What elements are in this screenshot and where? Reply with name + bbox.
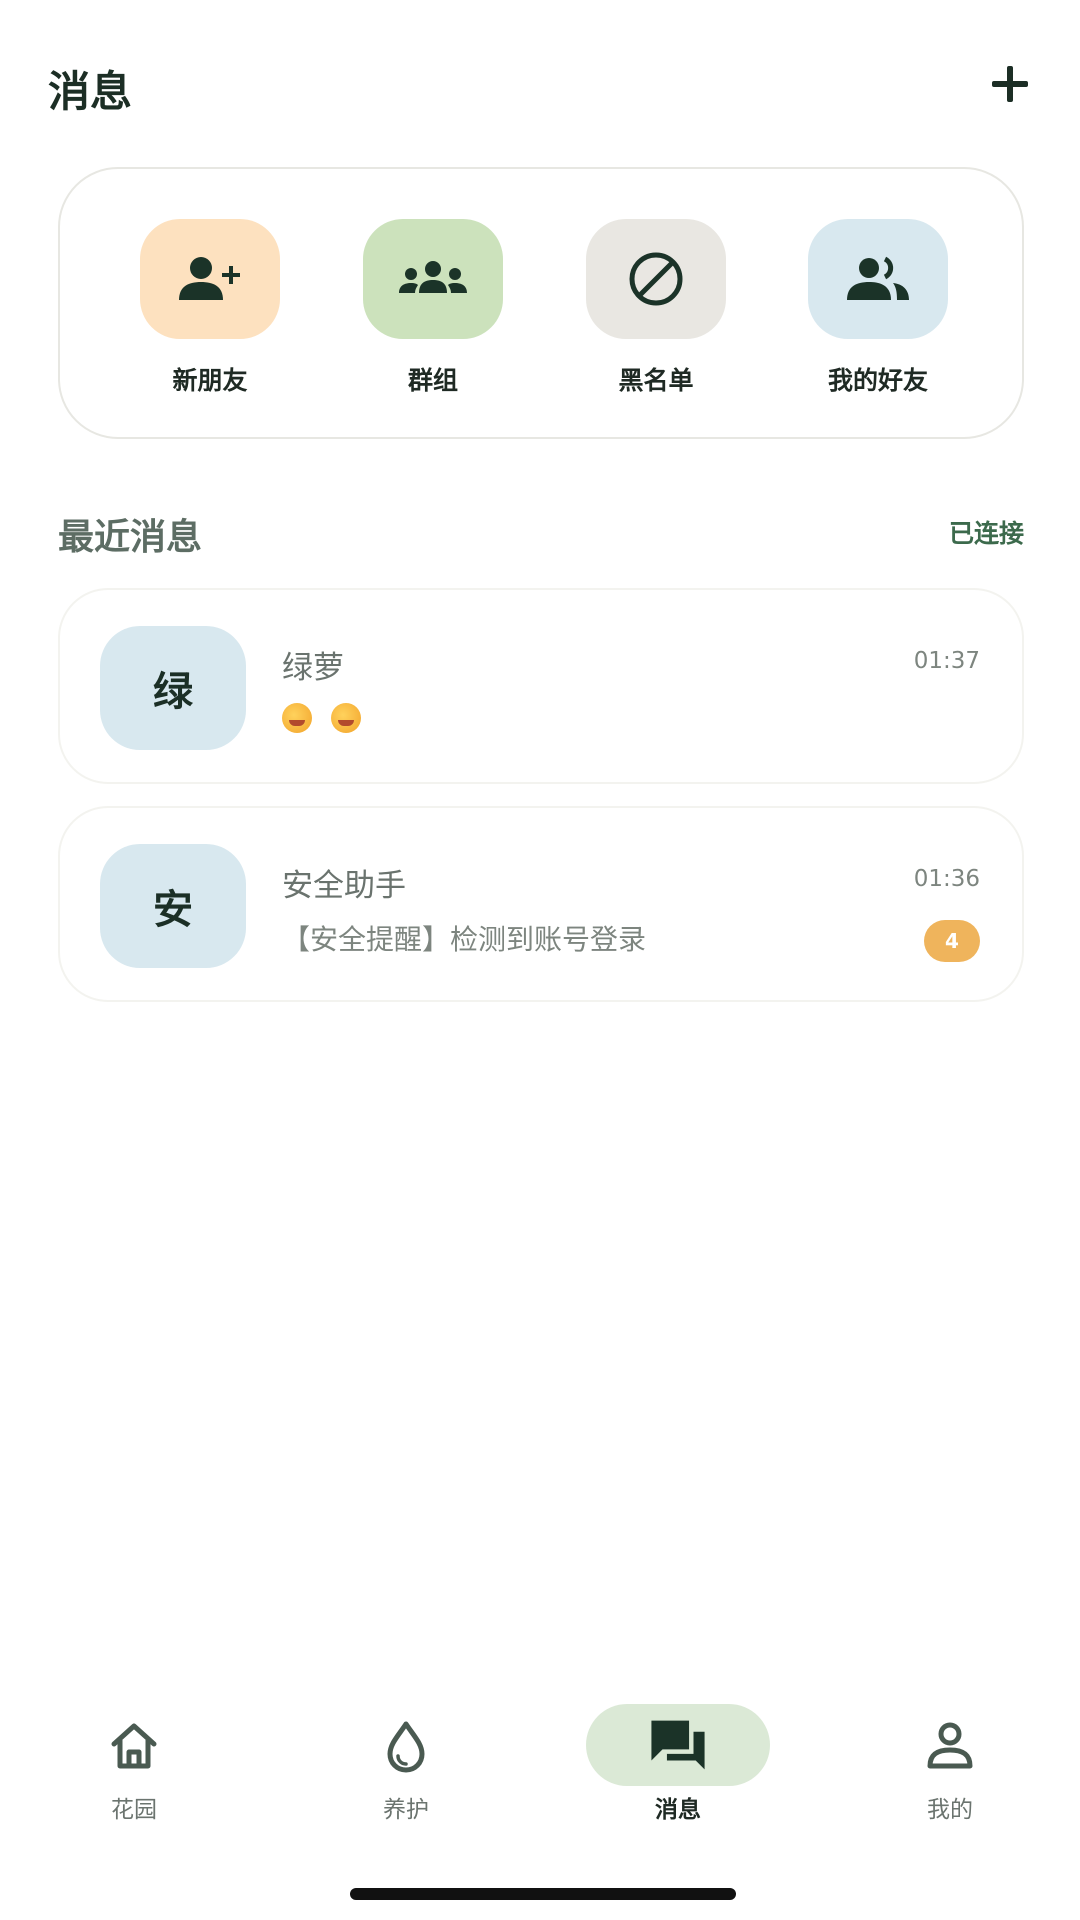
blacklist-button[interactable]: 黑名单 <box>586 219 726 397</box>
person-add-icon <box>179 257 240 300</box>
groups-icon-box <box>363 219 503 339</box>
chat-item-lvluo[interactable]: 绿 绿萝 01:37 <box>58 588 1024 784</box>
nav-label: 花园 <box>111 1797 157 1823</box>
groups-label: 群组 <box>407 366 458 395</box>
nav-item-garden[interactable]: 花园 <box>44 1690 224 1823</box>
new-friends-icon-box <box>140 219 280 339</box>
my-friends-icon-box <box>808 219 948 339</box>
new-friends-button[interactable]: 新朋友 <box>140 219 280 397</box>
plus-icon <box>992 66 1028 102</box>
avatar: 安 <box>100 844 246 968</box>
recent-messages-title: 最近消息 <box>58 517 203 558</box>
nav-label: 消息 <box>655 1797 701 1823</box>
block-icon <box>629 252 683 306</box>
messages-screen: 消息 新朋友 群组 黑名单 我的好友 最近消息 已连接 绿 绿萝 01:37 安… <box>0 0 1080 1920</box>
unread-badge: 4 <box>924 920 980 962</box>
quick-actions-card: 新朋友 群组 黑名单 我的好友 <box>58 167 1024 439</box>
connection-status: 已连接 <box>948 519 1024 548</box>
avatar: 绿 <box>100 626 246 750</box>
blacklist-label: 黑名单 <box>618 366 694 395</box>
chat-item-security-assistant[interactable]: 安 安全助手 01:36 【安全提醒】检测到账号登录 4 <box>58 806 1024 1002</box>
blacklist-icon-box <box>586 219 726 339</box>
chat-name: 绿萝 <box>282 650 344 686</box>
group-icon <box>399 261 467 293</box>
my-friends-label: 我的好友 <box>827 366 928 395</box>
home-indicator <box>350 1888 736 1900</box>
chat-preview <box>282 700 371 733</box>
nav-item-care[interactable]: 养护 <box>316 1690 496 1823</box>
chat-time: 01:37 <box>913 648 980 674</box>
groups-button[interactable]: 群组 <box>363 219 503 397</box>
water-drop-icon <box>387 1721 425 1773</box>
chat-preview: 【安全提醒】检测到账号登录 <box>282 923 647 956</box>
new-friends-label: 新朋友 <box>172 366 248 395</box>
add-button[interactable] <box>988 62 1032 106</box>
chat-icon <box>651 1720 705 1770</box>
nav-item-messages[interactable]: 消息 <box>588 1690 768 1823</box>
chat-name: 安全助手 <box>282 868 406 904</box>
nav-label: 我的 <box>927 1797 973 1823</box>
chat-time: 01:36 <box>913 866 980 892</box>
smiling-face-with-hearts-emoji <box>282 703 312 733</box>
person-icon <box>927 1722 973 1769</box>
my-friends-button[interactable]: 我的好友 <box>808 219 948 397</box>
page-title: 消息 <box>48 67 133 116</box>
bottom-nav: 花园 养护 消息 我的 <box>0 1690 1080 1850</box>
nav-item-profile[interactable]: 我的 <box>860 1690 1040 1823</box>
nav-label: 养护 <box>383 1797 429 1823</box>
home-icon <box>111 1723 157 1769</box>
friends-icon <box>847 256 909 300</box>
smiling-face-with-hearts-emoji <box>330 703 361 733</box>
